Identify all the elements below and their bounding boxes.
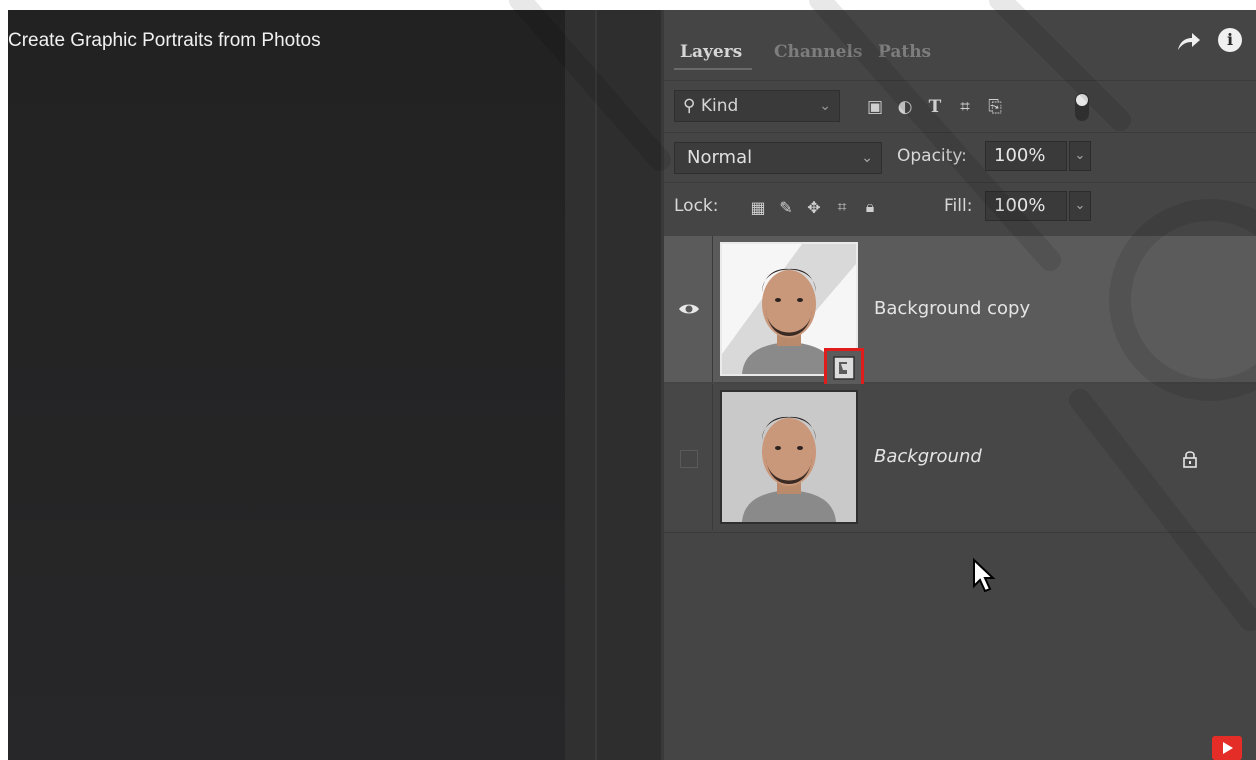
chevron-down-icon: ⌄ — [861, 150, 873, 166]
divider — [664, 532, 1256, 533]
tab-layers[interactable]: Layers — [680, 42, 742, 62]
chevron-down-icon: ⌄ — [819, 98, 831, 114]
lock-transparent-pixels-icon[interactable]: ▦ — [744, 194, 772, 220]
panel-gutter — [565, 10, 595, 760]
layer-row-background-copy[interactable]: Background copy — [664, 236, 1256, 388]
lock-icons: ▦ ✎ ✥ ⌗ 🔒︎ — [744, 194, 884, 220]
lock-icon[interactable] — [1182, 450, 1198, 468]
lock-position-icon[interactable]: ✥ — [800, 194, 828, 220]
portrait-image — [742, 416, 836, 522]
tab-paths[interactable]: Paths — [878, 42, 931, 62]
lock-label: Lock: — [674, 196, 719, 216]
layer-name[interactable]: Background copy — [874, 298, 1030, 319]
video-frame: Create Graphic Portraits from Photos Lay… — [8, 10, 1256, 760]
layers-panel: Layers Channels Paths i ⚲ Kind ⌄ ▣ ◐ T ⌗… — [661, 10, 1256, 760]
visibility-column — [664, 384, 713, 530]
smart-object-filter-icon[interactable]: ⎘ — [980, 94, 1010, 120]
type-filter-icon[interactable]: T — [920, 94, 950, 120]
divider — [664, 80, 1256, 81]
tab-channels[interactable]: Channels — [774, 42, 862, 62]
opacity-input[interactable]: 100% — [985, 141, 1067, 171]
opacity-label: Opacity: — [897, 146, 967, 166]
lock-all-icon[interactable]: 🔒︎ — [856, 194, 884, 220]
shape-filter-icon[interactable]: ⌗ — [950, 94, 980, 120]
mouse-cursor-icon — [973, 558, 996, 593]
divider — [664, 182, 1256, 183]
filter-toggle[interactable] — [1075, 93, 1089, 121]
eye-icon[interactable] — [678, 302, 700, 316]
filter-kind-dropdown[interactable]: ⚲ Kind ⌄ — [674, 90, 840, 122]
filter-icons: ▣ ◐ T ⌗ ⎘ — [860, 94, 1010, 122]
smart-object-icon — [833, 356, 855, 380]
image-filter-icon[interactable]: ▣ — [860, 94, 890, 120]
panel-dock — [597, 10, 661, 760]
fill-dropdown-button[interactable]: ⌄ — [1069, 191, 1091, 221]
lock-image-pixels-icon[interactable]: ✎ — [772, 194, 800, 220]
divider — [664, 132, 1256, 133]
share-icon[interactable] — [1176, 30, 1202, 52]
blend-mode-value: Normal — [687, 147, 753, 168]
video-title[interactable]: Create Graphic Portraits from Photos — [8, 30, 321, 52]
search-icon: ⚲ — [683, 96, 696, 116]
layer-name[interactable]: Background — [874, 446, 982, 467]
visibility-toggle-empty[interactable] — [680, 450, 698, 468]
fill-label: Fill: — [944, 196, 973, 216]
info-icon[interactable]: i — [1218, 28, 1242, 52]
filter-kind-label: Kind — [700, 96, 739, 116]
play-icon — [1223, 742, 1233, 754]
opacity-dropdown-button[interactable]: ⌄ — [1069, 141, 1091, 171]
fill-input[interactable]: 100% — [985, 191, 1067, 221]
adjustment-filter-icon[interactable]: ◐ — [890, 94, 920, 120]
youtube-play-icon[interactable] — [1212, 736, 1242, 760]
lock-artboard-icon[interactable]: ⌗ — [828, 194, 856, 220]
visibility-column — [664, 236, 713, 382]
layer-thumbnail[interactable] — [720, 390, 858, 524]
layer-row-background[interactable]: Background — [664, 384, 1256, 530]
smart-object-badge — [824, 348, 864, 388]
video-left-area: Create Graphic Portraits from Photos — [8, 10, 565, 760]
panel-tabs: Layers Channels Paths — [664, 32, 1256, 72]
active-tab-underline — [674, 68, 752, 70]
blend-mode-dropdown[interactable]: Normal ⌄ — [674, 142, 882, 174]
